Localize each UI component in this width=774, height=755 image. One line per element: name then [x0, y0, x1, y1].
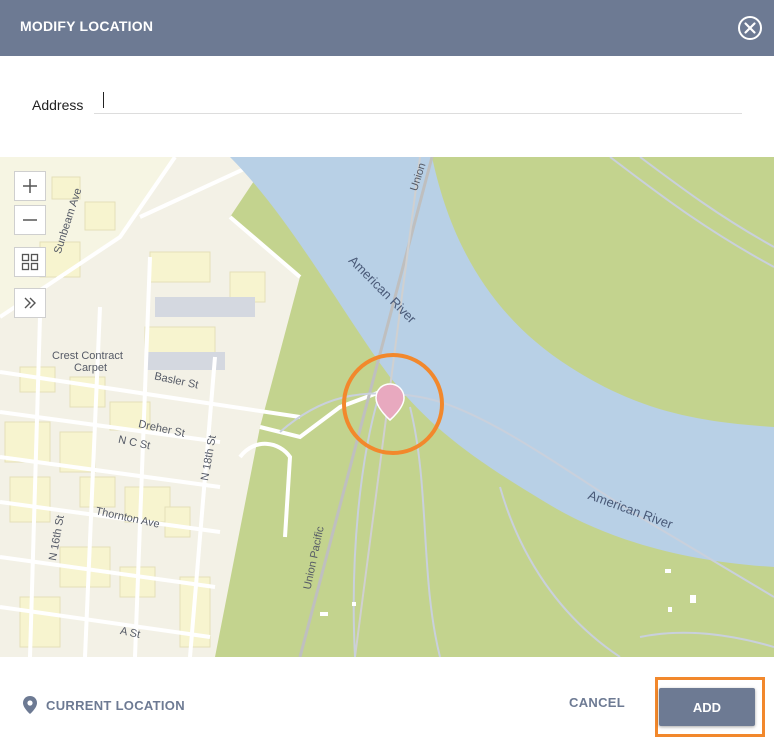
current-location-button[interactable]: CURRENT LOCATION — [22, 695, 185, 715]
map-label-carpet: Carpet — [74, 362, 108, 374]
address-row: Address — [0, 56, 774, 156]
add-button[interactable]: ADD — [659, 688, 755, 726]
dialog-title: MODIFY LOCATION — [20, 18, 154, 34]
map-marker-icon — [23, 696, 37, 714]
map-view[interactable]: Crest Contract Carpet Basler St Dreher S… — [0, 157, 774, 657]
location-pin-icon[interactable] — [374, 382, 406, 424]
close-icon[interactable] — [737, 15, 763, 41]
cancel-button[interactable]: CANCEL — [560, 695, 634, 715]
dialog-footer: CURRENT LOCATION CANCEL ADD — [0, 657, 774, 755]
map-label-crest-contract: Crest Contract — [52, 350, 123, 362]
dialog-header: MODIFY LOCATION — [0, 0, 774, 56]
text-caret — [103, 92, 104, 108]
current-location-label: CURRENT LOCATION — [46, 697, 185, 713]
zoom-in-icon[interactable] — [14, 171, 46, 201]
expand-icon[interactable] — [14, 288, 46, 318]
zoom-out-icon[interactable] — [14, 205, 46, 235]
address-input[interactable] — [94, 90, 742, 114]
address-label: Address — [32, 97, 84, 113]
layers-icon[interactable] — [14, 247, 46, 277]
